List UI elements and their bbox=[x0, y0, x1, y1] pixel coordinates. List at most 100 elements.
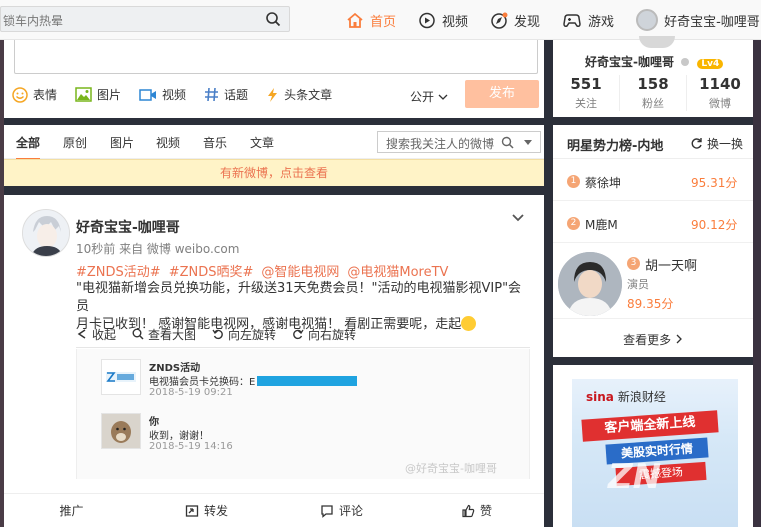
post-author[interactable]: 好奇宝宝-咖哩哥 bbox=[76, 217, 180, 237]
nav-home[interactable]: 首页 bbox=[346, 0, 396, 40]
tab-all[interactable]: 全部 bbox=[16, 134, 41, 160]
feed-tabs: 全部 原创 图片 视频 音乐 文章 搜索我关注人的微博 bbox=[4, 125, 544, 160]
search-icon[interactable] bbox=[265, 11, 281, 27]
message-thumbnail bbox=[101, 413, 141, 449]
rotate-left-icon bbox=[212, 329, 223, 340]
ad-panel: sina 新浪财经 客户端全新上线 美股实时行情 震撼登场 ZN bbox=[553, 365, 753, 527]
publish-button[interactable]: 发布 bbox=[465, 80, 539, 108]
user-name[interactable]: 好奇宝宝-咖哩哥 Lv4 bbox=[585, 53, 724, 70]
nav-video[interactable]: 视频 bbox=[418, 0, 468, 40]
compose-toolbar: 表情 图片 视频 话题 头条文章 bbox=[12, 86, 350, 103]
star-ranking-panel: 明星势力榜-内地 换一换 1 蔡徐坤 95.31分 2 M鹿M 90.12分 3… bbox=[553, 125, 753, 357]
repost-icon bbox=[185, 504, 199, 517]
discover-icon bbox=[491, 12, 508, 29]
chevron-down-icon bbox=[438, 94, 448, 100]
visibility-select[interactable]: 公开 bbox=[410, 88, 448, 105]
user-card: 好奇宝宝-咖哩哥 Lv4 551 关注 158 粉丝 1140 微博 bbox=[553, 36, 753, 117]
search-input[interactable]: 锁车内热晕 bbox=[3, 12, 63, 29]
collapse-icon bbox=[77, 329, 86, 339]
global-search[interactable]: 锁车内热晕 bbox=[0, 6, 290, 32]
new-posts-notice[interactable]: 有新微博，点击查看 bbox=[4, 159, 544, 186]
ranking-item[interactable]: 1 蔡徐坤 95.31分 bbox=[553, 163, 753, 201]
stat-followers[interactable]: 158 粉丝 bbox=[620, 75, 687, 111]
post-meta: 10秒前 来自 微博 weibo.com bbox=[76, 242, 240, 256]
tool-video[interactable]: 视频 bbox=[139, 86, 186, 103]
dog-avatar-icon bbox=[102, 414, 140, 448]
refresh-button[interactable]: 换一换 bbox=[690, 135, 743, 152]
chevron-right-icon bbox=[676, 334, 682, 344]
compose-textarea[interactable] bbox=[14, 40, 538, 74]
ad-banner[interactable]: sina 新浪财经 客户端全新上线 美股实时行情 震撼登场 ZN bbox=[572, 379, 738, 527]
mention-link[interactable]: @电视猫MoreTV bbox=[347, 265, 448, 280]
post-footer: 推广 转发 评论 赞 bbox=[4, 493, 544, 527]
tab-articles[interactable]: 文章 bbox=[250, 134, 274, 151]
ranking-title: 明星势力榜-内地 bbox=[567, 139, 664, 154]
view-large-button[interactable]: 查看大图 bbox=[132, 326, 196, 343]
tool-topic[interactable]: 话题 bbox=[204, 86, 248, 103]
stat-following[interactable]: 551 关注 bbox=[553, 75, 620, 111]
comment-button[interactable]: 评论 bbox=[274, 494, 409, 527]
post-image[interactable]: ZNDS活动 电视猫会员卡兑换码：E 2018-5-19 09:21 你 收到，… bbox=[76, 349, 530, 479]
star-portrait bbox=[558, 252, 622, 316]
like-button[interactable]: 赞 bbox=[409, 494, 544, 527]
comment-icon bbox=[321, 504, 333, 518]
rotate-left-button[interactable]: 向左旋转 bbox=[212, 326, 276, 343]
star-photo[interactable] bbox=[558, 252, 622, 316]
promote-button[interactable]: 推广 bbox=[4, 494, 139, 527]
video-icon bbox=[139, 88, 157, 101]
background-right bbox=[753, 40, 761, 527]
main-nav: 首页 视频 发现 游戏 好奇宝宝-咖哩哥 bbox=[346, 0, 760, 40]
post-tags: #ZNDS活动# #ZNDS晒奖# @智能电视网 @电视猫MoreTV bbox=[76, 261, 456, 280]
ranking-item[interactable]: 2 M鹿M 90.12分 bbox=[553, 205, 753, 243]
user-stats: 551 关注 158 粉丝 1140 微博 bbox=[553, 75, 753, 111]
repost-button[interactable]: 转发 bbox=[139, 494, 274, 527]
home-icon bbox=[347, 12, 363, 28]
avatar[interactable] bbox=[636, 9, 659, 31]
emoji-icon bbox=[12, 86, 28, 103]
author-avatar[interactable] bbox=[22, 209, 70, 257]
image-watermark: @好奇宝宝-咖哩哥 bbox=[405, 462, 497, 475]
chevron-down-icon[interactable] bbox=[511, 213, 525, 223]
game-icon bbox=[563, 13, 581, 27]
hashtag-link[interactable]: #ZNDS活动# bbox=[76, 265, 161, 280]
message-thumbnail bbox=[101, 359, 141, 395]
stat-posts[interactable]: 1140 微博 bbox=[687, 75, 753, 111]
verified-icon bbox=[681, 58, 690, 66]
collapse-button[interactable]: 收起 bbox=[76, 326, 116, 343]
search-icon bbox=[132, 328, 144, 340]
hashtag-link[interactable]: #ZNDS晒奖# bbox=[169, 265, 254, 280]
compose-box: 表情 图片 视频 话题 头条文章 公开 发布 bbox=[4, 40, 544, 118]
rank-number: 3 bbox=[627, 257, 640, 270]
znds-logo-icon bbox=[106, 372, 136, 382]
mention-link[interactable]: @智能电视网 bbox=[261, 265, 339, 280]
ranking-header: 明星势力榜-内地 换一换 bbox=[553, 125, 753, 159]
tool-article[interactable]: 头条文章 bbox=[266, 86, 332, 103]
tool-image[interactable]: 图片 bbox=[75, 86, 121, 103]
tab-original[interactable]: 原创 bbox=[63, 134, 87, 151]
ranking-item-featured[interactable]: 3 胡一天啊 演员 89.35分 bbox=[553, 245, 753, 319]
redacted-code bbox=[257, 376, 358, 386]
tab-images[interactable]: 图片 bbox=[110, 134, 134, 151]
feed-search-input[interactable]: 搜索我关注人的微博 bbox=[377, 131, 541, 153]
nav-game[interactable]: 游戏 bbox=[562, 0, 614, 40]
watermark: ZN bbox=[608, 457, 662, 497]
search-icon[interactable] bbox=[501, 136, 514, 149]
article-icon bbox=[268, 87, 278, 102]
level-badge[interactable]: Lv4 bbox=[697, 59, 724, 69]
sina-finance-logo: sina 新浪财经 bbox=[586, 390, 666, 404]
thumbs-up-icon bbox=[462, 504, 475, 517]
tab-music[interactable]: 音乐 bbox=[203, 134, 227, 151]
nav-discover[interactable]: 发现 bbox=[490, 0, 540, 40]
image-actions: 收起 查看大图 向左旋转 向右旋转 bbox=[76, 321, 530, 348]
hashtag-icon bbox=[205, 87, 219, 102]
image-icon bbox=[75, 87, 92, 102]
view-more-link[interactable]: 查看更多 bbox=[553, 331, 753, 348]
rotate-right-button[interactable]: 向右旋转 bbox=[292, 326, 356, 343]
nav-user[interactable]: 好奇宝宝-咖哩哥 bbox=[636, 9, 760, 31]
tab-videos[interactable]: 视频 bbox=[156, 134, 180, 151]
chevron-down-icon[interactable] bbox=[523, 139, 533, 146]
user-avatar[interactable] bbox=[639, 36, 675, 48]
tool-emoji[interactable]: 表情 bbox=[12, 86, 57, 103]
post-card: 好奇宝宝-咖哩哥 10秒前 来自 微博 weibo.com #ZNDS活动# #Z… bbox=[4, 195, 544, 527]
rank-number: 1 bbox=[567, 175, 580, 188]
